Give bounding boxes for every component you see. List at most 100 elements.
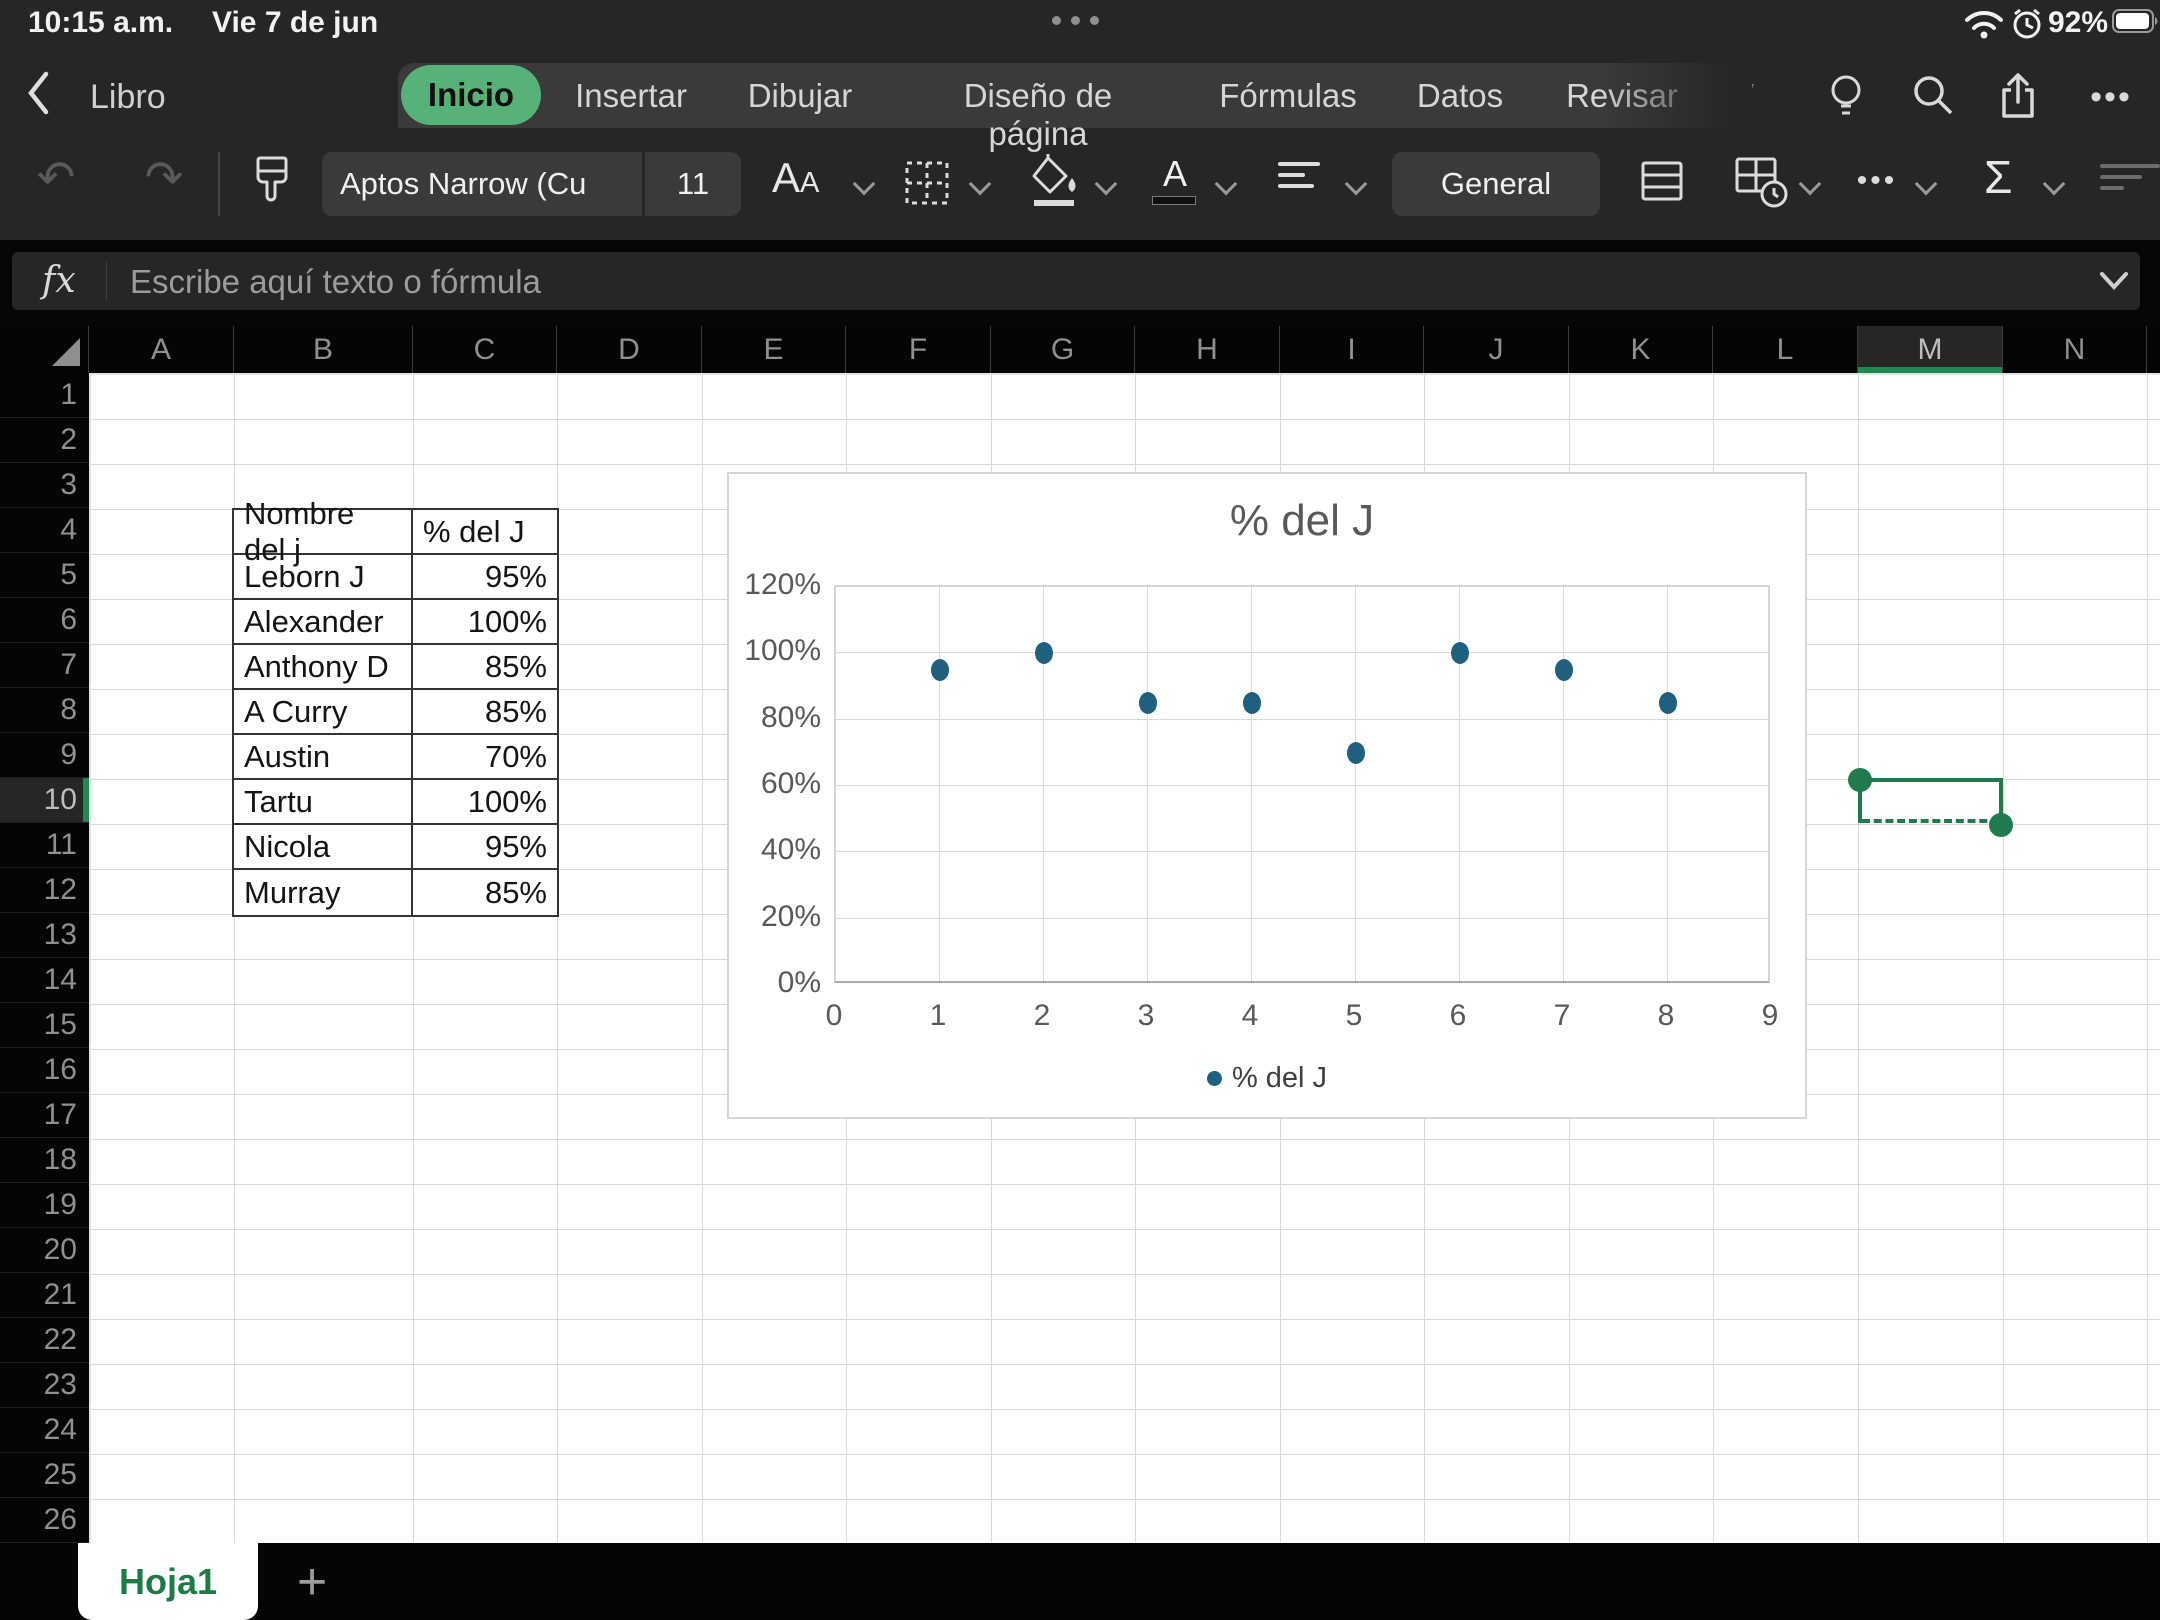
chevron-down-icon[interactable] bbox=[968, 172, 992, 196]
more-commands-icon[interactable]: ••• bbox=[1846, 164, 1908, 198]
borders-icon[interactable] bbox=[900, 156, 954, 210]
cell-format-clock-icon[interactable] bbox=[1732, 154, 1790, 210]
data-table[interactable]: Nombre del j% del J Leborn J 95% Alexander 1… bbox=[232, 496, 559, 917]
select-all-button[interactable] bbox=[0, 326, 89, 373]
data-point[interactable] bbox=[1035, 642, 1053, 665]
table-cell-percent[interactable]: 85% bbox=[413, 690, 557, 735]
share-icon[interactable] bbox=[1996, 72, 2040, 122]
table-cell-name[interactable]: A Curry bbox=[234, 690, 413, 735]
data-point[interactable] bbox=[1139, 692, 1157, 715]
tab-dibujar[interactable]: Dibujar bbox=[690, 77, 910, 115]
font-size-picker[interactable]: 11 bbox=[645, 152, 741, 216]
font-format-button[interactable]: AA bbox=[772, 154, 819, 202]
column-header-B[interactable]: B bbox=[234, 326, 413, 373]
row-header-16[interactable]: 16 bbox=[0, 1048, 89, 1093]
chevron-down-icon[interactable] bbox=[852, 172, 876, 196]
chevron-down-icon[interactable] bbox=[1914, 172, 1938, 196]
row-header-17[interactable]: 17 bbox=[0, 1093, 89, 1138]
column-header-F[interactable]: F bbox=[846, 326, 991, 373]
row-header-5[interactable]: 5 bbox=[0, 553, 89, 598]
formula-input[interactable]: Escribe aquí texto o fórmula bbox=[130, 263, 541, 301]
table-row[interactable]: Alexander 100% bbox=[234, 600, 557, 645]
sheet-grid[interactable]: Nombre del j% del J Leborn J 95% Alexander 1… bbox=[91, 375, 2160, 1545]
column-header-K[interactable]: K bbox=[1569, 326, 1713, 373]
back-button[interactable] bbox=[26, 70, 52, 116]
table-cell-name[interactable]: Murray bbox=[234, 870, 413, 915]
row-header-22[interactable]: 22 bbox=[0, 1318, 89, 1363]
undo-icon[interactable]: ↶ bbox=[26, 150, 86, 204]
autosum-icon[interactable]: Σ bbox=[1984, 150, 2012, 204]
alignment-icon[interactable] bbox=[1278, 162, 1320, 195]
table-header-percent[interactable]: % del J bbox=[413, 510, 557, 555]
scatter-chart[interactable]: % del J 120% 100% 80% 60% 40% 20% 0% 0 1 2 3 4 5 6 7 8 9… bbox=[727, 472, 1807, 1119]
column-header-I[interactable]: I bbox=[1280, 326, 1424, 373]
table-row[interactable]: Anthony D 85% bbox=[234, 645, 557, 690]
table-cell-percent[interactable]: 85% bbox=[413, 870, 557, 915]
table-cell-percent[interactable]: 100% bbox=[413, 600, 557, 645]
row-header-1[interactable]: 1 bbox=[0, 373, 89, 418]
formula-bar[interactable]: fx Escribe aquí texto o fórmula bbox=[12, 252, 2140, 310]
table-cell-name[interactable]: Nicola bbox=[234, 825, 413, 870]
column-header-A[interactable]: A bbox=[89, 326, 234, 373]
row-header-23[interactable]: 23 bbox=[0, 1363, 89, 1408]
data-point[interactable] bbox=[1555, 658, 1573, 681]
table-cell-name[interactable]: Leborn J bbox=[234, 555, 413, 600]
row-header-20[interactable]: 20 bbox=[0, 1228, 89, 1273]
table-row[interactable]: Murray 85% bbox=[234, 870, 557, 915]
row-header-11[interactable]: 11 bbox=[0, 823, 89, 868]
column-header-E[interactable]: E bbox=[702, 326, 846, 373]
cell-selection[interactable] bbox=[1848, 768, 2013, 837]
table-row[interactable]: Austin 70% bbox=[234, 735, 557, 780]
tab-inicio[interactable]: Inicio bbox=[401, 65, 541, 125]
row-header-10[interactable]: 10 bbox=[0, 778, 89, 823]
chevron-down-icon[interactable] bbox=[1344, 172, 1368, 196]
number-format-button[interactable]: General bbox=[1392, 152, 1600, 216]
row-header-2[interactable]: 2 bbox=[0, 418, 89, 463]
chevron-down-icon[interactable] bbox=[1094, 172, 1118, 196]
column-header-H[interactable]: H bbox=[1135, 326, 1280, 373]
chevron-down-icon[interactable] bbox=[2042, 172, 2066, 196]
row-header-15[interactable]: 15 bbox=[0, 1003, 89, 1048]
table-row[interactable]: Nicola 95% bbox=[234, 825, 557, 870]
row-header-24[interactable]: 24 bbox=[0, 1408, 89, 1453]
table-cell-percent[interactable]: 70% bbox=[413, 735, 557, 780]
table-cell-percent[interactable]: 95% bbox=[413, 825, 557, 870]
column-header-J[interactable]: J bbox=[1424, 326, 1569, 373]
row-header-7[interactable]: 7 bbox=[0, 643, 89, 688]
column-header-G[interactable]: G bbox=[991, 326, 1135, 373]
data-point[interactable] bbox=[1451, 642, 1469, 665]
data-point[interactable] bbox=[1659, 692, 1677, 715]
lightbulb-icon[interactable] bbox=[1824, 72, 1868, 122]
fill-color-icon[interactable] bbox=[1026, 152, 1082, 210]
table-cell-name[interactable]: Alexander bbox=[234, 600, 413, 645]
row-header-25[interactable]: 25 bbox=[0, 1453, 89, 1498]
formula-expand-chevron-icon[interactable] bbox=[2098, 270, 2130, 292]
redo-icon[interactable]: ↷ bbox=[134, 150, 194, 204]
table-cell-percent[interactable]: 95% bbox=[413, 555, 557, 600]
sort-filter-icon[interactable] bbox=[2100, 164, 2160, 197]
table-header-name[interactable]: Nombre del j bbox=[234, 496, 413, 567]
row-header-14[interactable]: 14 bbox=[0, 958, 89, 1003]
table-cell-name[interactable]: Tartu bbox=[234, 780, 413, 825]
table-cell-percent[interactable]: 100% bbox=[413, 780, 557, 825]
row-header-19[interactable]: 19 bbox=[0, 1183, 89, 1228]
table-row[interactable]: Leborn J 95% bbox=[234, 555, 557, 600]
row-header-12[interactable]: 12 bbox=[0, 868, 89, 913]
sheet-tab-hoja1[interactable]: Hoja1 bbox=[78, 1543, 258, 1620]
table-cell-name[interactable]: Anthony D bbox=[234, 645, 413, 690]
row-header-8[interactable]: 8 bbox=[0, 688, 89, 733]
table-cell-name[interactable]: Austin bbox=[234, 735, 413, 780]
add-sheet-button[interactable]: + bbox=[280, 1543, 344, 1620]
font-color-icon[interactable]: A bbox=[1152, 154, 1198, 205]
document-title[interactable]: Libro bbox=[90, 78, 166, 117]
row-header-6[interactable]: 6 bbox=[0, 598, 89, 643]
column-header-D[interactable]: D bbox=[557, 326, 702, 373]
row-header-3[interactable]: 3 bbox=[0, 463, 89, 508]
data-point[interactable] bbox=[1347, 741, 1365, 764]
format-painter-icon[interactable] bbox=[248, 154, 296, 212]
column-header-C[interactable]: C bbox=[413, 326, 557, 373]
row-header-13[interactable]: 13 bbox=[0, 913, 89, 958]
merge-cells-icon[interactable] bbox=[1636, 156, 1688, 206]
row-header-4[interactable]: 4 bbox=[0, 508, 89, 553]
column-header-L[interactable]: L bbox=[1713, 326, 1858, 373]
